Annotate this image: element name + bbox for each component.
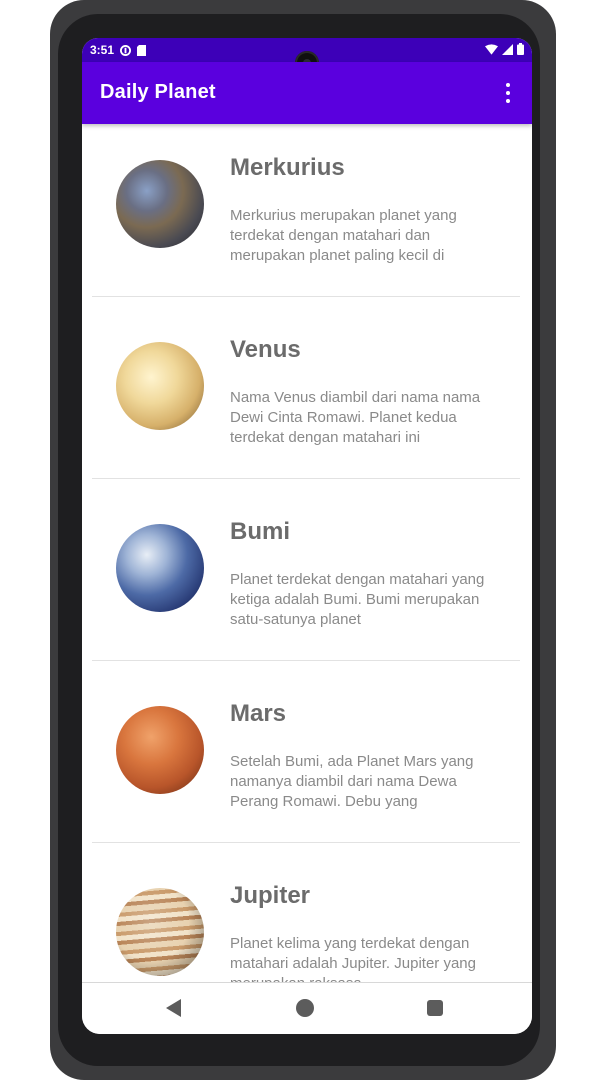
status-time: 3:51 [90,43,115,57]
list-item-venus[interactable]: Venus Nama Venus diambil dari nama nama … [92,306,520,479]
planet-image-mars [116,706,204,794]
planet-name: Bumi [230,518,290,545]
planet-name: Jupiter [230,882,311,909]
phone-screen: 3:51 Daily Planet Merkurius Merkurius me… [82,38,532,1034]
app-bar: Daily Planet [82,62,532,124]
planet-name: Mars [230,700,287,727]
recents-icon[interactable] [427,1000,443,1016]
list-item-bumi[interactable]: Bumi Planet terdekat dengan matahari yan… [92,488,520,661]
more-vert-icon[interactable] [498,80,518,106]
planet-image-jupiter [116,888,204,976]
list-item-jupiter[interactable]: Jupiter Planet kelima yang terdekat deng… [92,852,520,982]
navigation-bar [82,982,532,1034]
back-icon[interactable] [166,999,181,1017]
planet-description: Setelah Bumi, ada Planet Mars yang naman… [230,753,474,810]
planet-description: Merkurius merupakan planet yang terdekat… [230,207,457,264]
list-item-mars[interactable]: Mars Setelah Bumi, ada Planet Mars yang … [92,670,520,843]
home-icon[interactable] [296,999,314,1017]
planet-description: Planet terdekat dengan matahari yang ket… [230,571,485,628]
data-saver-icon [120,44,132,56]
battery-icon [517,43,524,55]
planet-name: Venus [230,336,301,363]
planet-image-bumi [116,524,204,612]
app-title: Daily Planet [100,81,216,103]
planet-image-venus [116,342,204,430]
planet-name: Merkurius [230,154,345,181]
planet-description: Planet kelima yang terdekat dengan matah… [230,935,476,982]
list-item-merkurius[interactable]: Merkurius Merkurius merupakan planet yan… [92,124,520,297]
sd-card-icon [137,44,147,56]
planet-description: Nama Venus diambil dari nama nama Dewi C… [230,389,481,446]
wifi-icon [485,43,498,55]
signal-icon [502,43,513,55]
planet-image-merkurius [116,160,204,248]
planet-list[interactable]: Merkurius Merkurius merupakan planet yan… [82,124,532,982]
